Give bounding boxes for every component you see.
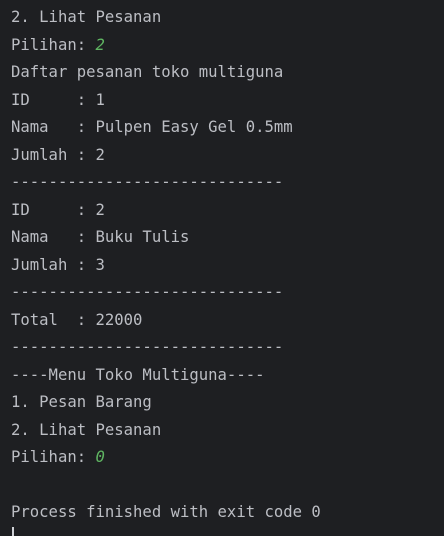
console-line: Process finished with exit code 0 [11, 499, 321, 527]
console-line-text: Jumlah : 3 [11, 255, 105, 274]
console-line-text: ----------------------------- [11, 338, 284, 356]
console-line-text: Pilihan: [11, 35, 96, 54]
user-input-value: 2 [95, 35, 105, 54]
console-line-text: 2. Lihat Pesanan [11, 8, 162, 26]
user-input-value: 0 [95, 448, 105, 466]
console-line: Nama : Pulpen Easy Gel 0.5mm [11, 114, 321, 142]
console-line-text: Jumlah : 2 [11, 145, 105, 164]
console-line: Pilihan: 2 [11, 32, 321, 60]
console-line-text: ----------------------------- [11, 283, 284, 301]
console-line: ID : 1 [11, 87, 321, 115]
console-line: Jumlah : 2 [11, 142, 321, 170]
console-line: 2. Lihat Pesanan [11, 4, 321, 32]
console-line-text: ID : 2 [11, 200, 105, 219]
console-line-text: Total : 22000 [11, 310, 143, 329]
console-line-text: 2. Lihat Pesanan [11, 420, 162, 439]
console-line: Pilihan: 0 [11, 444, 321, 472]
console-line: ----------------------------- [11, 334, 321, 362]
console-line-text: Process finished with exit code 0 [11, 503, 321, 521]
console-line-text: Nama : Buku Tulis [11, 228, 190, 246]
console-line: Nama : Buku Tulis [11, 224, 321, 252]
console-line: ----------------------------- [11, 169, 321, 197]
console-line-text: ----------------------------- [11, 173, 284, 191]
console-line: ----------------------------- [11, 279, 321, 307]
console-line: Total : 22000 [11, 307, 321, 335]
console-line: 2. Lihat Pesanan [11, 417, 321, 445]
console-line-text: Nama : Pulpen Easy Gel 0.5mm [11, 118, 293, 136]
console-line-text: ----Menu Toko Multiguna---- [11, 365, 265, 384]
console-line-text: ID : 1 [11, 90, 105, 109]
console-line: Daftar pesanan toko multiguna [11, 59, 321, 87]
console-line-text: 1. Pesan Barang [11, 393, 152, 411]
text-caret [12, 527, 14, 536]
console-line: Jumlah : 3 [11, 252, 321, 280]
console-line-text: Daftar pesanan toko multiguna [11, 63, 284, 81]
console-line: 1. Pesan Barang [11, 389, 321, 417]
run-console-output[interactable]: 2. Lihat Pesanan Pilihan: 2 Daftar pesanan… [0, 0, 444, 536]
console-line-text: Pilihan: [11, 448, 96, 466]
console-lines: 2. Lihat Pesanan Pilihan: 2 Daftar pesanan… [11, 4, 321, 527]
console-line: ----Menu Toko Multiguna---- [11, 362, 321, 390]
console-line: ID : 2 [11, 197, 321, 225]
